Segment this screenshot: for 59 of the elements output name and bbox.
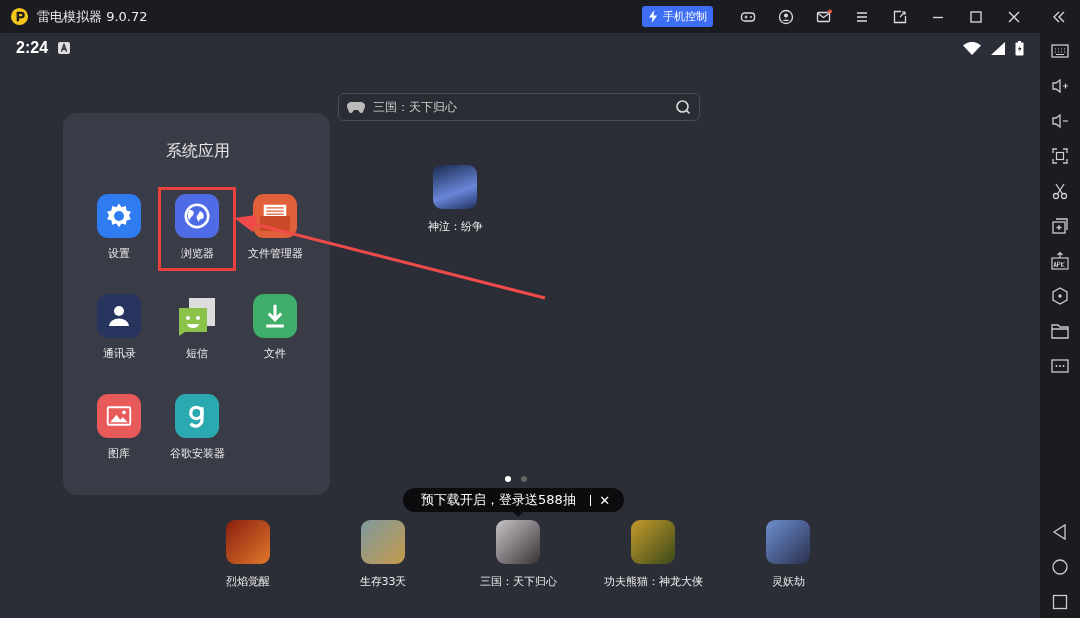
wifi-icon xyxy=(963,41,981,55)
app-label: 文件 xyxy=(264,346,286,361)
game-app-icon[interactable] xyxy=(496,520,540,564)
more-icon[interactable] xyxy=(1050,356,1070,376)
user-icon[interactable] xyxy=(778,8,794,25)
file-manager-app-icon[interactable] xyxy=(253,194,297,238)
app-label: 生存33天 xyxy=(359,574,407,589)
search-icon[interactable] xyxy=(675,99,691,115)
game-app-icon[interactable] xyxy=(766,520,810,564)
contacts-app-icon[interactable] xyxy=(97,294,141,338)
home-icon[interactable] xyxy=(1050,557,1070,577)
lightning-icon xyxy=(648,10,659,23)
recent-apps-icon[interactable] xyxy=(1050,592,1070,612)
screenshot-icon[interactable] xyxy=(1050,146,1070,166)
app-label: 功夫熊猫：神龙大侠 xyxy=(603,574,703,589)
window-title: 雷电模拟器 9.0.72 xyxy=(37,7,148,26)
maximize-icon[interactable] xyxy=(968,8,984,25)
app-label: 通讯录 xyxy=(102,346,136,361)
game-app-icon[interactable] xyxy=(226,520,270,564)
installer-app-icon[interactable] xyxy=(175,394,219,438)
phone-control-button[interactable]: 手机控制 xyxy=(642,6,713,27)
folder-title: 系统应用 xyxy=(165,141,231,162)
apk-install-icon[interactable] xyxy=(1050,251,1070,271)
battery-icon xyxy=(1015,40,1024,56)
app-label: 三国：天下归心 xyxy=(479,574,557,589)
app-label: 烈焰觉醒 xyxy=(226,574,270,589)
app-label: 图库 xyxy=(108,446,130,461)
mail-icon[interactable] xyxy=(816,8,832,25)
notification-icon xyxy=(58,42,71,54)
app-logo-icon xyxy=(10,7,29,26)
game-app-icon[interactable] xyxy=(631,520,675,564)
app-label: 灵妖劫 xyxy=(771,574,805,589)
gamepad-icon xyxy=(347,101,365,113)
window-mode-icon[interactable] xyxy=(892,8,908,25)
folder-icon[interactable] xyxy=(1050,321,1070,341)
promo-text: 预下载开启，登录送588抽 xyxy=(421,491,576,509)
app-label: 浏览器 xyxy=(180,246,214,261)
keyboard-icon[interactable] xyxy=(1050,41,1070,61)
game-app-icon[interactable] xyxy=(433,165,477,209)
close-button[interactable]: ✕ xyxy=(599,492,611,508)
search-input[interactable]: 三国：天下归心 xyxy=(371,99,669,115)
gallery-app-icon[interactable] xyxy=(97,394,141,438)
multi-window-icon[interactable] xyxy=(1050,216,1070,236)
scissors-icon[interactable] xyxy=(1050,181,1070,201)
game-app-icon[interactable] xyxy=(361,520,405,564)
settings-app-icon[interactable] xyxy=(97,194,141,238)
volume-down-icon[interactable] xyxy=(1050,111,1070,131)
app-label: 神泣：纷争 xyxy=(427,219,483,234)
app-label: 文件管理器 xyxy=(247,246,303,261)
search-field[interactable]: 三国：天下归心 xyxy=(338,93,700,121)
app-label: 谷歌安装器 xyxy=(169,446,225,461)
browser-app-icon[interactable] xyxy=(175,194,219,238)
signal-icon xyxy=(991,41,1005,55)
download-app-icon[interactable] xyxy=(253,294,297,338)
hexagon-icon[interactable] xyxy=(1050,286,1070,306)
app-label: 设置 xyxy=(108,246,130,261)
status-time: 2:24 xyxy=(16,39,49,57)
volume-up-icon[interactable] xyxy=(1050,76,1070,96)
app-label: 短信 xyxy=(186,346,208,361)
